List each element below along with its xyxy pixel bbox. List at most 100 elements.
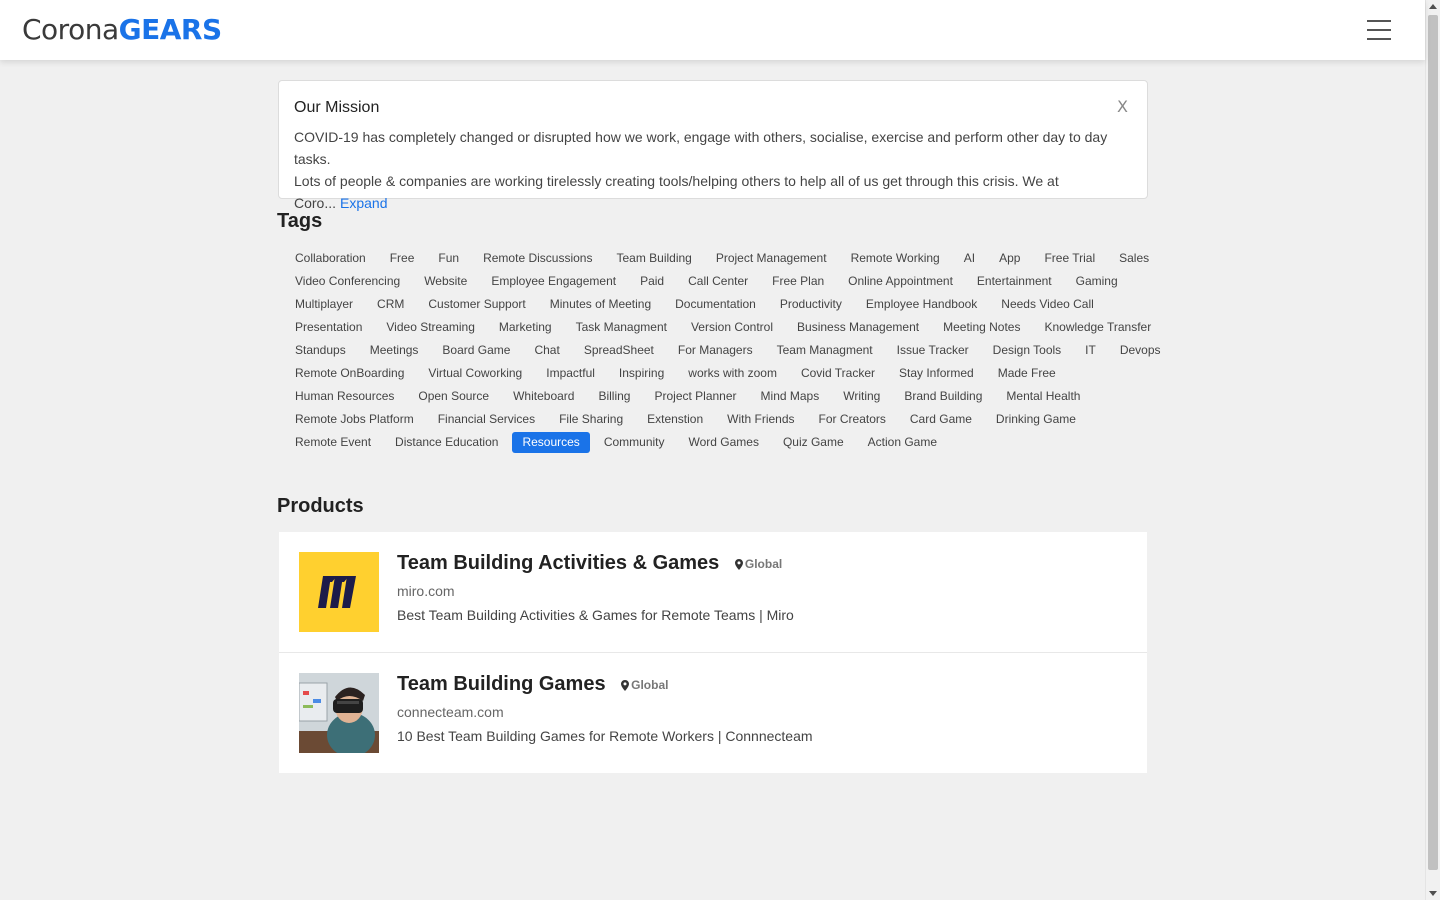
tag[interactable]: For Managers — [668, 340, 763, 361]
tag[interactable]: Online Appointment — [838, 271, 963, 292]
tag[interactable]: Collaboration — [285, 248, 376, 269]
tag[interactable]: Version Control — [681, 317, 783, 338]
tag[interactable]: Project Management — [706, 248, 837, 269]
tag[interactable]: Meeting Notes — [933, 317, 1030, 338]
tag[interactable]: IT — [1075, 340, 1106, 361]
tag[interactable]: Free Trial — [1034, 248, 1105, 269]
tag[interactable]: Remote OnBoarding — [285, 363, 414, 384]
tag[interactable]: Distance Education — [385, 432, 508, 453]
tag[interactable]: Employee Handbook — [856, 294, 987, 315]
tag[interactable]: Productivity — [770, 294, 852, 315]
tag[interactable]: Open Source — [408, 386, 499, 407]
vr-headset-photo-thumbnail[interactable] — [299, 673, 379, 753]
tag[interactable]: Chat — [524, 340, 569, 361]
product-description: 10 Best Team Building Games for Remote W… — [397, 728, 813, 744]
tag[interactable]: Remote Discussions — [473, 248, 602, 269]
tag[interactable]: Remote Jobs Platform — [285, 409, 424, 430]
expand-link[interactable]: Expand — [340, 195, 387, 211]
tag[interactable]: Virtual Coworking — [418, 363, 532, 384]
tag[interactable]: Mental Health — [996, 386, 1090, 407]
brand-logo[interactable]: CoronaGEARS — [22, 12, 222, 48]
tag[interactable]: Paid — [630, 271, 674, 292]
tag[interactable]: Covid Tracker — [791, 363, 885, 384]
tag[interactable]: Issue Tracker — [887, 340, 979, 361]
tag[interactable]: Task Managment — [566, 317, 677, 338]
tag[interactable]: App — [989, 248, 1030, 269]
tag[interactable]: Standups — [285, 340, 356, 361]
tag[interactable]: Remote Event — [285, 432, 381, 453]
product-card[interactable]: Team Building Activities & Games Global … — [279, 532, 1147, 653]
tag[interactable]: Action Game — [858, 432, 947, 453]
scrollbar-thumb[interactable] — [1428, 15, 1438, 870]
tag[interactable]: Employee Engagement — [481, 271, 626, 292]
brand-part-corona: Corona — [22, 13, 119, 46]
tag[interactable]: Minutes of Meeting — [540, 294, 661, 315]
tag[interactable]: Quiz Game — [773, 432, 854, 453]
tag[interactable]: Documentation — [665, 294, 766, 315]
tag[interactable]: Design Tools — [983, 340, 1071, 361]
tag[interactable]: AI — [954, 248, 985, 269]
tag[interactable]: Mind Maps — [751, 386, 830, 407]
tag[interactable]: Remote Working — [841, 248, 950, 269]
tag[interactable]: works with zoom — [678, 363, 787, 384]
tag[interactable]: Whiteboard — [503, 386, 584, 407]
tag[interactable]: Word Games — [679, 432, 769, 453]
tag[interactable]: Multiplayer — [285, 294, 363, 315]
tag[interactable]: File Sharing — [549, 409, 633, 430]
page-scrollbar[interactable] — [1425, 0, 1440, 900]
tag[interactable]: Website — [414, 271, 477, 292]
tag[interactable]: Marketing — [489, 317, 562, 338]
tag[interactable]: Team Managment — [767, 340, 883, 361]
tag[interactable]: Free — [380, 248, 425, 269]
tag[interactable]: Board Game — [432, 340, 520, 361]
tag[interactable]: Drinking Game — [986, 409, 1086, 430]
tag[interactable]: SpreadSheet — [574, 340, 664, 361]
product-title-text: Team Building Games — [397, 673, 606, 695]
hamburger-menu-icon[interactable] — [1364, 16, 1394, 44]
region-label: Global — [631, 677, 669, 692]
tag[interactable]: Community — [594, 432, 675, 453]
product-title[interactable]: Team Building Games Global — [397, 673, 668, 696]
tag[interactable]: CRM — [367, 294, 414, 315]
region-badge: Global — [621, 678, 668, 692]
tag[interactable]: Gaming — [1066, 271, 1128, 292]
tag[interactable]: Extenstion — [637, 409, 713, 430]
tag[interactable]: Stay Informed — [889, 363, 984, 384]
tag[interactable]: Entertainment — [967, 271, 1062, 292]
mission-title: Our Mission — [294, 99, 380, 116]
tag[interactable]: Video Conferencing — [285, 271, 410, 292]
tag[interactable]: Card Game — [900, 409, 982, 430]
tag[interactable]: Devops — [1110, 340, 1171, 361]
tag[interactable]: Needs Video Call — [991, 294, 1104, 315]
tag[interactable]: With Friends — [717, 409, 804, 430]
tag[interactable]: For Creators — [809, 409, 896, 430]
mission-card: Our Mission X COVID-19 has completely ch… — [278, 80, 1148, 211]
tag[interactable]: Brand Building — [894, 386, 992, 407]
tag-active[interactable]: Resources — [512, 432, 590, 453]
tag[interactable]: Free Plan — [762, 271, 834, 292]
tag[interactable]: Customer Support — [418, 294, 535, 315]
tag[interactable]: Impactful — [536, 363, 605, 384]
tag[interactable]: Meetings — [360, 340, 429, 361]
scroll-up-arrow-icon[interactable] — [1429, 4, 1437, 9]
tag[interactable]: Video Streaming — [376, 317, 485, 338]
tag[interactable]: Made Free — [988, 363, 1066, 384]
tag[interactable]: Inspiring — [609, 363, 674, 384]
tag[interactable]: Billing — [588, 386, 640, 407]
tag[interactable]: Sales — [1109, 248, 1159, 269]
tag[interactable]: Financial Services — [428, 409, 545, 430]
product-card[interactable]: Team Building Games Global connecteam.co… — [279, 653, 1147, 773]
tag[interactable]: Knowledge Transfer — [1034, 317, 1161, 338]
close-icon[interactable]: X — [1117, 97, 1128, 116]
tag[interactable]: Human Resources — [285, 386, 404, 407]
tag[interactable]: Writing — [833, 386, 890, 407]
miro-logo-thumbnail[interactable] — [299, 552, 379, 632]
tag[interactable]: Team Building — [606, 248, 701, 269]
tag[interactable]: Fun — [428, 248, 469, 269]
tag[interactable]: Project Planner — [644, 386, 746, 407]
tag[interactable]: Presentation — [285, 317, 372, 338]
product-title[interactable]: Team Building Activities & Games Global — [397, 552, 782, 575]
tag[interactable]: Business Management — [787, 317, 929, 338]
tag[interactable]: Call Center — [678, 271, 758, 292]
scroll-down-arrow-icon[interactable] — [1429, 891, 1437, 896]
